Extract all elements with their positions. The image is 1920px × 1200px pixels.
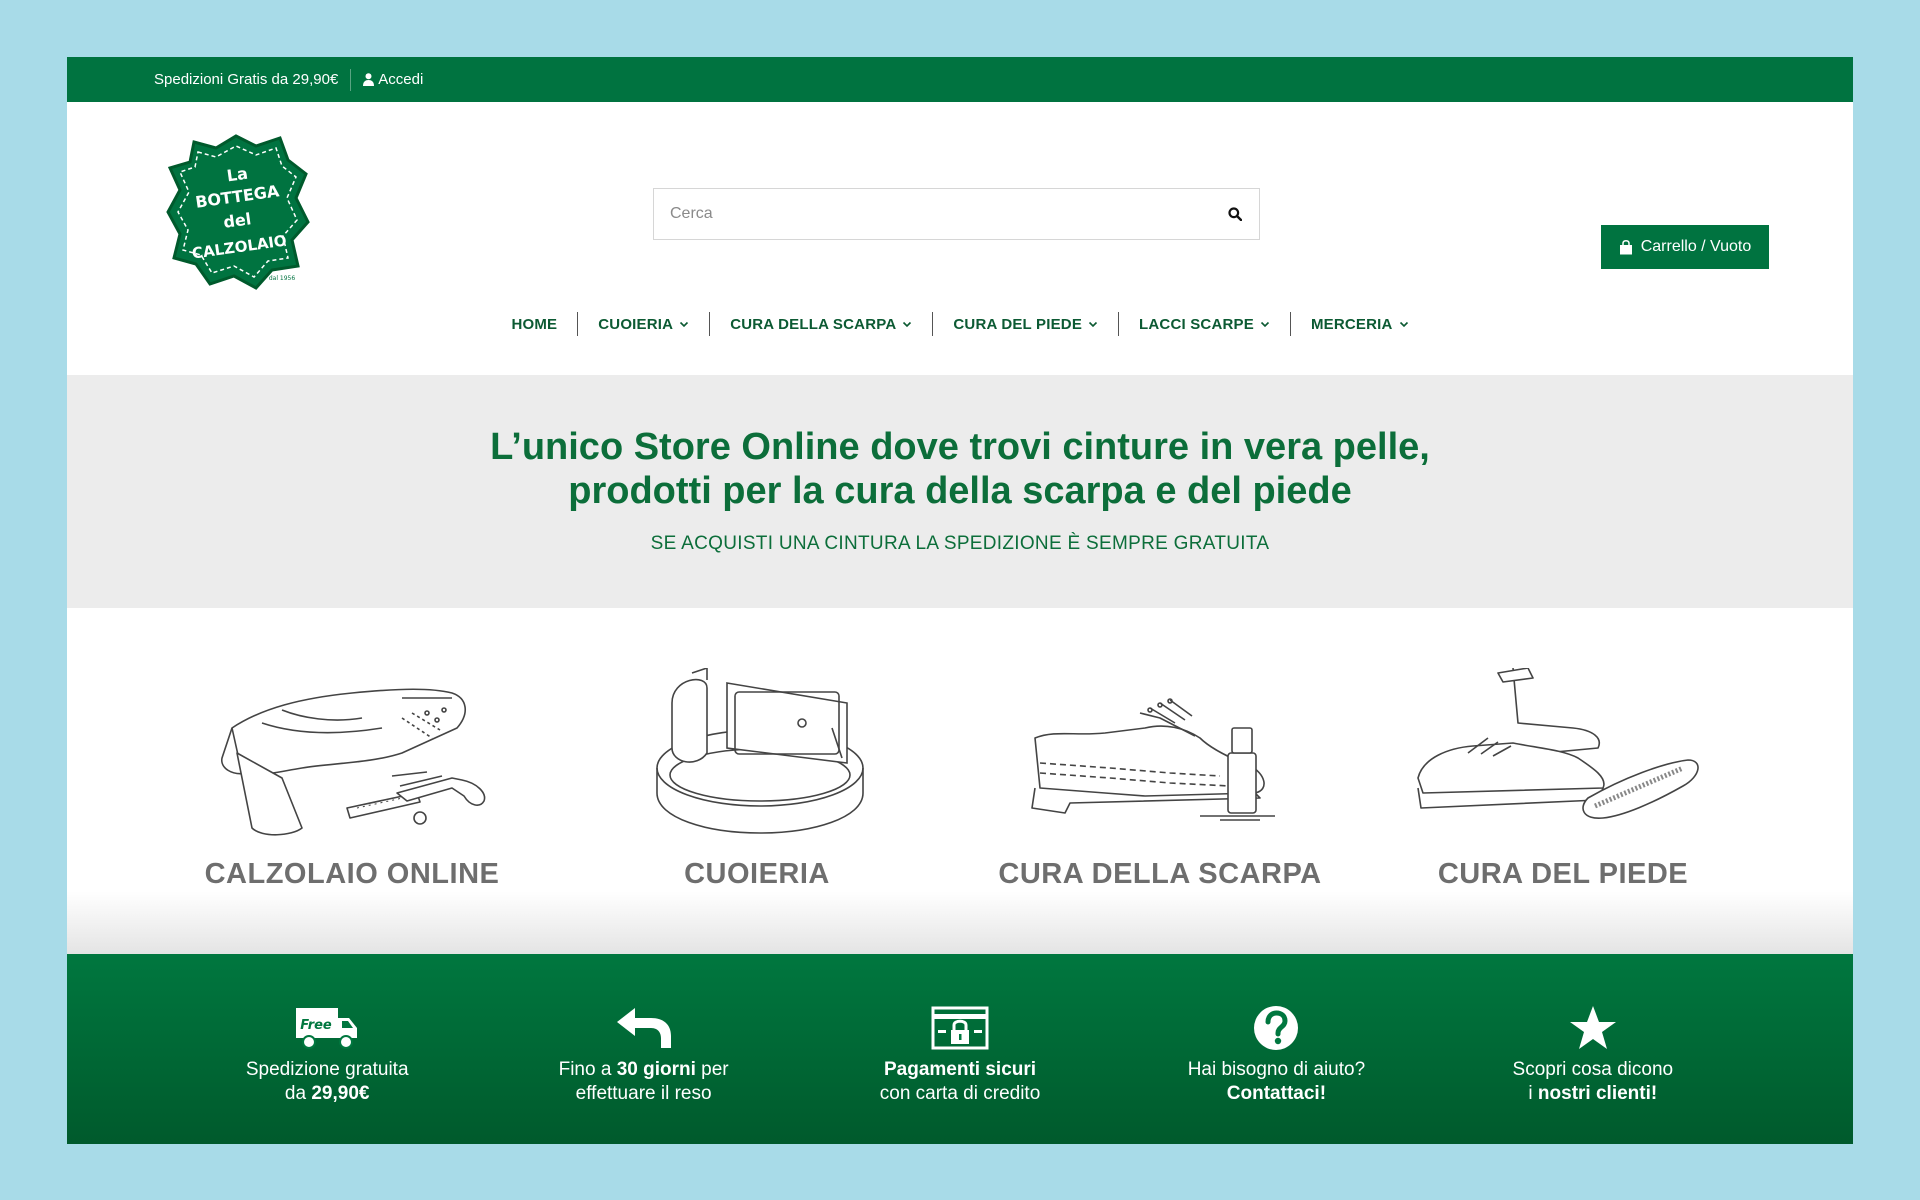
feature-text: Spedizione gratuita xyxy=(245,1059,409,1080)
website: Spedizioni Gratis da 29,90€ Accedi La BO… xyxy=(67,57,1853,1144)
feature-text: da xyxy=(284,1083,312,1104)
hero-title-line: L’unico Store Online dove trovi cinture … xyxy=(490,426,1430,468)
hero-subtitle: SE ACQUISTI UNA CINTURA LA SPEDIZIONE È … xyxy=(650,533,1270,554)
feature-help[interactable]: Hai bisogno di aiuto? Contattaci! xyxy=(1118,954,1434,1144)
hero-title-line: prodotti per la cura della scarpa e del … xyxy=(568,470,1352,512)
chevron-down-icon xyxy=(1260,321,1270,327)
shoe-care-icon xyxy=(1031,698,1275,821)
category-label: CURA DEL PIEDE xyxy=(1437,858,1689,890)
feature-text: Scopri cosa dicono xyxy=(1512,1059,1674,1080)
nav-item-label: HOME xyxy=(511,315,558,333)
top-bar-divider xyxy=(350,68,352,91)
free-badge: Free xyxy=(300,1018,332,1033)
feature-returns[interactable]: Fino a 30 giorni per effettuare il reso xyxy=(485,954,801,1144)
category-label: CUOIERIA xyxy=(684,858,830,890)
feature-text-bold: nostri clienti! xyxy=(1537,1083,1658,1104)
feature-free-shipping[interactable]: Free Spedizione gratuita da 29,90€ xyxy=(169,954,485,1144)
nav-item-cuoieria[interactable]: CUOIERIA xyxy=(578,316,709,333)
free-shipping-notice: Spedizioni Gratis da 29,90€ xyxy=(154,71,339,88)
category-label: CURA DELLA SCARPA xyxy=(998,858,1322,890)
feature-reviews[interactable]: Scopri cosa dicono i nostri clienti! xyxy=(1435,954,1751,1144)
category-cura-della-scarpa[interactable]: CURA DELLA SCARPA xyxy=(960,608,1360,898)
return-arrow-icon xyxy=(616,1008,671,1048)
category-calzolaio-online[interactable]: CALZOLAIO ONLINE xyxy=(152,608,552,898)
header: La BOTTEGA del CALZOLAIO dal 1956 Carrel… xyxy=(67,102,1853,375)
shoe-repair-icon xyxy=(221,688,486,836)
feature-text: con carta di credito xyxy=(879,1083,1041,1104)
leather-logo-icon: La BOTTEGA del CALZOLAIO dal 1956 xyxy=(166,134,310,290)
search-icon xyxy=(1228,207,1242,221)
secure-payment-icon xyxy=(931,1006,989,1050)
nav-item-merceria[interactable]: MERCERIA xyxy=(1291,316,1429,333)
login-label: Accedi xyxy=(378,71,424,88)
logo-since-text: dal 1956 xyxy=(269,275,296,282)
delivery-truck-icon: Free xyxy=(296,1008,358,1049)
chevron-down-icon xyxy=(1399,321,1408,327)
chevron-down-icon xyxy=(903,321,912,327)
category-cuoieria[interactable]: CUOIERIA xyxy=(557,608,957,898)
nav-item-label: LACCI SCARPE xyxy=(1139,315,1254,333)
feature-text-bold: Pagamenti sicuri xyxy=(883,1059,1037,1080)
feature-text: Hai bisogno di aiuto? xyxy=(1187,1059,1366,1080)
search-bar xyxy=(653,188,1260,240)
feature-text-bold: 30 giorni xyxy=(616,1059,696,1080)
nav-item-label: CUOIERIA xyxy=(598,315,674,333)
nav-item-home[interactable]: HOME xyxy=(491,316,577,333)
search-input[interactable] xyxy=(654,189,1211,239)
feature-secure-payments[interactable]: Pagamenti sicuri con carta di credito xyxy=(802,954,1118,1144)
nav-item-label: MERCERIA xyxy=(1310,315,1393,333)
shopping-bag-icon xyxy=(1619,239,1632,254)
hero-banner: L’unico Store Online dove trovi cinture … xyxy=(67,375,1853,608)
question-circle-icon xyxy=(1254,1006,1299,1050)
feature-text: Fino a xyxy=(558,1059,617,1080)
belt-icon xyxy=(656,668,864,834)
foot-care-icon xyxy=(1417,668,1699,819)
logo-text: del xyxy=(222,209,252,232)
cart-label: Carrello / Vuoto xyxy=(1640,238,1752,255)
cart-button[interactable]: Carrello / Vuoto xyxy=(1601,225,1769,269)
nav-item-lacci-scarpe[interactable]: LACCI SCARPE xyxy=(1119,316,1290,333)
features-bar: Free Spedizione gratuita da 29,90€ Fino … xyxy=(67,954,1853,1144)
top-bar: Spedizioni Gratis da 29,90€ Accedi xyxy=(67,57,1853,102)
nav-item-cura-del-piede[interactable]: CURA DEL PIEDE xyxy=(933,316,1118,333)
feature-text: effettuare il reso xyxy=(575,1083,712,1104)
hero-title: L’unico Store Online dove trovi cinture … xyxy=(67,425,1853,513)
star-icon xyxy=(1569,1006,1616,1049)
feature-text: per xyxy=(695,1059,729,1080)
search-button[interactable] xyxy=(1211,189,1259,239)
nav-item-label: CURA DEL PIEDE xyxy=(953,315,1083,333)
logo-text: La xyxy=(226,164,249,186)
nav-item-label: CURA DELLA SCARPA xyxy=(730,315,897,333)
feature-text-bold: 29,90€ xyxy=(311,1083,370,1104)
user-icon xyxy=(363,73,375,86)
chevron-down-icon xyxy=(680,321,689,327)
feature-text-bold: Contattaci! xyxy=(1226,1083,1327,1104)
main-navigation: HOME CUOIERIA CURA DELLA SCARPA CURA DEL… xyxy=(67,312,1853,336)
category-label: CALZOLAIO ONLINE xyxy=(204,858,500,890)
chevron-down-icon xyxy=(1088,321,1098,327)
login-link[interactable]: Accedi xyxy=(363,71,423,88)
category-section: CALZOLAIO ONLINE CUOIERIA CURA DELLA SCA… xyxy=(67,608,1853,954)
category-cura-del-piede[interactable]: CURA DEL PIEDE xyxy=(1363,608,1763,898)
nav-item-cura-della-scarpa[interactable]: CURA DELLA SCARPA xyxy=(710,316,932,333)
feature-text: i xyxy=(1528,1083,1538,1104)
logo[interactable]: La BOTTEGA del CALZOLAIO dal 1956 xyxy=(164,130,310,290)
